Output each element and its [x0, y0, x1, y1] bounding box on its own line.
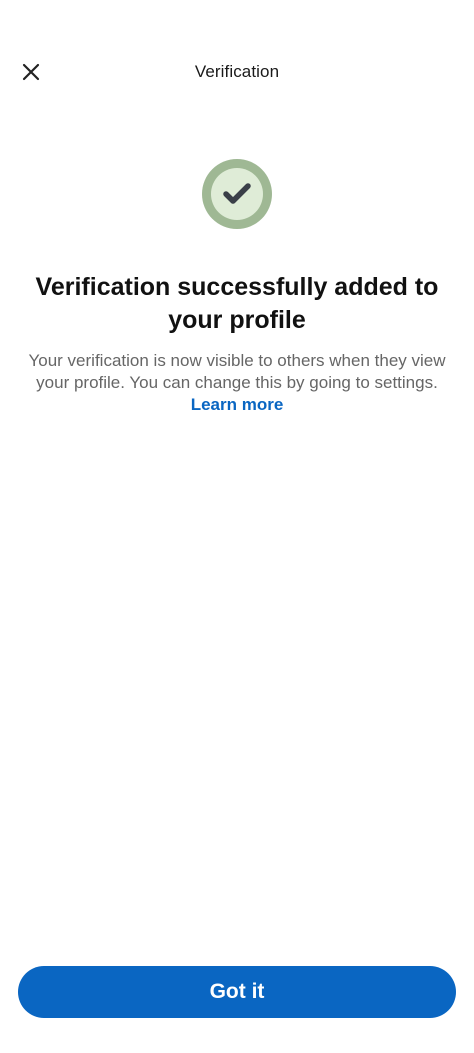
verification-success-screen: Verification Verification successfully a…	[0, 0, 474, 1053]
got-it-button[interactable]: Got it	[18, 966, 456, 1018]
checkmark-icon	[202, 159, 272, 229]
success-badge	[202, 159, 272, 229]
page-title: Verification	[194, 62, 280, 81]
success-description: Your verification is now visible to othe…	[28, 351, 446, 392]
success-headline: Verification successfully added to your …	[35, 273, 439, 334]
top-bar: Verification	[0, 44, 474, 100]
learn-more-link[interactable]: Learn more	[0, 394, 474, 416]
